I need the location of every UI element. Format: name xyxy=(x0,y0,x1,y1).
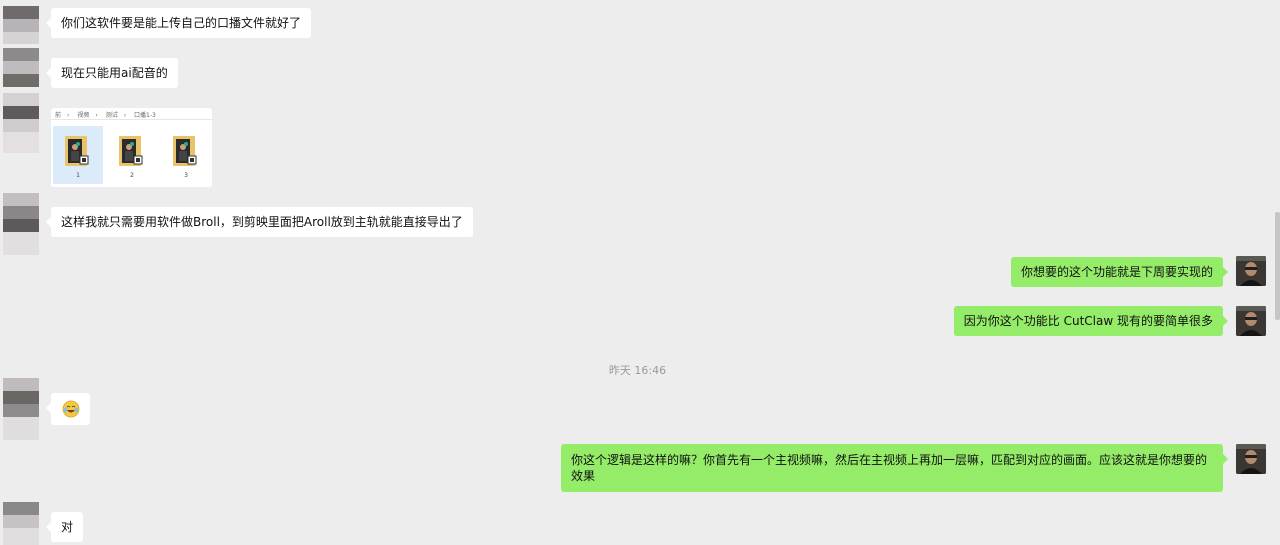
contact-avatar[interactable] xyxy=(3,93,39,153)
outgoing-message-bubble[interactable]: 你想要的这个功能就是下周要实现的 xyxy=(1010,257,1229,287)
message-text: 你们这软件要是能上传自己的口播文件就好了 xyxy=(61,16,302,30)
file-tile: 3 xyxy=(161,126,211,184)
message-text: 你这个逻辑是这样的嘛？你首先有一个主视频嘛，然后在主视频上再加一层嘛，匹配到对应… xyxy=(571,453,1208,483)
incoming-emoji-bubble[interactable] xyxy=(46,393,90,425)
file-name: 2 xyxy=(130,172,134,179)
person-photo-icon xyxy=(1236,306,1266,336)
video-folder-icon xyxy=(65,136,89,166)
chat-scrollbar[interactable] xyxy=(1275,212,1280,320)
outgoing-message-bubble[interactable]: 因为你这个功能比 CutClaw 现有的要简单很多 xyxy=(953,306,1229,336)
video-folder-icon xyxy=(119,136,143,166)
outgoing-message-bubble[interactable]: 你这个逻辑是这样的嘛？你首先有一个主视频嘛，然后在主视频上再加一层嘛，匹配到对应… xyxy=(561,444,1228,492)
contact-avatar[interactable] xyxy=(3,502,39,545)
incoming-message-bubble[interactable]: 现在只能用ai配音的 xyxy=(46,58,178,88)
divider xyxy=(51,119,212,120)
file-name: 3 xyxy=(184,172,188,179)
my-avatar[interactable] xyxy=(1236,444,1266,474)
breadcrumb-separator: › xyxy=(123,112,127,119)
file-tile: 1 xyxy=(53,126,103,184)
breadcrumb-item: 测试 xyxy=(105,112,118,119)
contact-avatar[interactable] xyxy=(3,193,39,255)
person-photo-icon xyxy=(1236,256,1266,286)
contact-avatar[interactable] xyxy=(3,48,39,88)
contact-avatar[interactable] xyxy=(3,6,39,44)
breadcrumb-item: 口播1-3 xyxy=(134,112,156,119)
message-text: 对 xyxy=(61,520,74,534)
breadcrumb-separator: › xyxy=(67,112,70,119)
person-photo-icon xyxy=(1236,444,1266,474)
image-message[interactable]: 前 › 视频 › 测试 › 口播1-3 1 2 3 xyxy=(51,108,212,187)
cry-laugh-emoji-icon xyxy=(62,400,80,418)
incoming-message-bubble[interactable]: 这样我就只需要用软件做Broll，到剪映里面把Aroll放到主轨就能直接导出了 xyxy=(46,207,473,237)
incoming-message-bubble[interactable]: 你们这软件要是能上传自己的口播文件就好了 xyxy=(45,8,312,38)
contact-avatar[interactable] xyxy=(3,378,39,440)
message-text: 这样我就只需要用软件做Broll，到剪映里面把Aroll放到主轨就能直接导出了 xyxy=(61,215,463,229)
breadcrumb-separator: › xyxy=(95,112,98,119)
file-tile: 2 xyxy=(107,126,157,184)
incoming-message-bubble[interactable]: 对 xyxy=(45,512,84,542)
message-timestamp: 昨天 16:46 xyxy=(608,364,667,377)
video-folder-icon xyxy=(173,136,197,166)
message-text: 现在只能用ai配音的 xyxy=(61,66,168,80)
file-name: 1 xyxy=(76,172,80,179)
breadcrumb-item: 前 xyxy=(55,112,62,119)
message-text: 你想要的这个功能就是下周要实现的 xyxy=(1020,265,1213,279)
breadcrumb-item: 视频 xyxy=(77,112,90,119)
breadcrumb: 前 › 视频 › 测试 › 口播1-3 xyxy=(55,110,162,119)
my-avatar[interactable] xyxy=(1236,256,1266,286)
my-avatar[interactable] xyxy=(1236,306,1266,336)
message-text: 因为你这个功能比 CutClaw 现有的要简单很多 xyxy=(963,314,1213,328)
